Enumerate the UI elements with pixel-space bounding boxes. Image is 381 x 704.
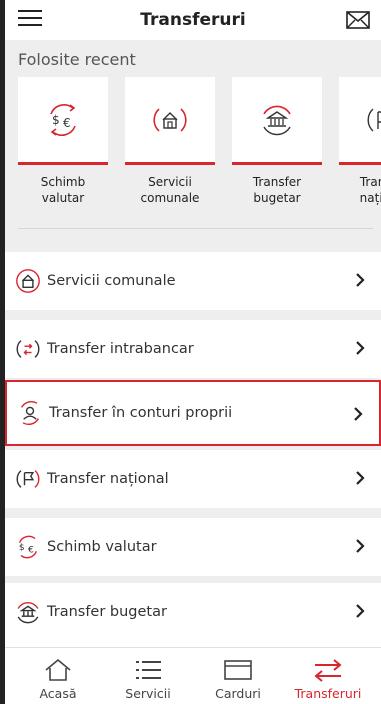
nav-tab-servicii[interactable]: Servicii: [103, 648, 193, 704]
svg-text:$: $: [52, 113, 60, 127]
list-item-label: Schimb valutar: [47, 539, 157, 555]
chevron-right-icon: [356, 341, 365, 355]
section-title: Folosite recent: [18, 50, 136, 69]
divider: [5, 310, 381, 320]
card-label: Transfer bugetar: [252, 175, 302, 205]
svg-text:$: $: [19, 543, 25, 553]
recent-card-servicii-comunale[interactable]: Servicii comunale: [125, 77, 215, 206]
transfer-arrows-icon: [16, 340, 40, 358]
list-item-label: Transfer în conturi proprii: [49, 405, 233, 421]
bank-icon: [263, 105, 291, 135]
list-item-label: Transfer național: [47, 471, 169, 487]
divider: [18, 228, 373, 229]
hamburger-icon: [18, 10, 42, 26]
divider: [5, 508, 381, 518]
recently-used-section: Folosite recent $ € Schimb valutar Servi…: [5, 40, 381, 252]
list-item-schimb-valutar[interactable]: $ € Schimb valutar: [5, 518, 381, 576]
currency-exchange-icon: $ €: [50, 103, 76, 136]
list-item-servicii-comunale[interactable]: Servicii comunale: [5, 252, 381, 310]
recent-card-schimb-valutar[interactable]: $ € Schimb valutar: [18, 77, 108, 206]
recent-card-transfer-bugetar[interactable]: Transfer bugetar: [232, 77, 322, 206]
chevron-right-icon: [356, 604, 365, 618]
svg-text:€: €: [63, 116, 71, 130]
transfer-icon: [314, 659, 342, 682]
nav-tab-label: Servicii: [125, 686, 171, 701]
card-label: Servicii comunale: [140, 175, 200, 205]
list-item-transfer-conturi-proprii[interactable]: Transfer în conturi proprii: [5, 380, 381, 446]
nav-tab-acasa[interactable]: Acasă: [13, 648, 103, 704]
flag-icon: [16, 470, 40, 488]
page-title: Transferuri: [140, 10, 246, 30]
window-edge: [0, 0, 5, 704]
chevron-right-icon: [356, 471, 365, 485]
list-item-transfer-bugetar[interactable]: Transfer bugetar: [5, 583, 381, 641]
recent-card-transfer-national[interactable]: Transfer național: [339, 77, 381, 206]
bottom-navigation: Acasă Servicii Carduri Transferuri: [5, 647, 381, 704]
house-icon: [153, 107, 187, 132]
list-item-label: Transfer intrabancar: [47, 341, 194, 357]
own-accounts-icon: [20, 401, 40, 425]
list-item-label: Servicii comunale: [47, 273, 176, 289]
currency-exchange-icon: $ €: [19, 535, 38, 559]
messages-button[interactable]: [345, 8, 371, 32]
card-label: Schimb valutar: [40, 175, 86, 205]
nav-tab-label: Acasă: [39, 686, 77, 701]
list-item-label: Transfer bugetar: [47, 604, 167, 620]
flag-icon: [367, 107, 381, 132]
card-icon: [224, 660, 252, 680]
card-label: Transfer național: [359, 175, 381, 205]
list-item-transfer-national[interactable]: Transfer național: [5, 450, 381, 508]
svg-text:€: €: [28, 546, 34, 556]
nav-tab-carduri[interactable]: Carduri: [193, 648, 283, 704]
nav-tab-label: Transferuri: [294, 686, 362, 701]
list-item-transfer-intrabancar[interactable]: Transfer intrabancar: [5, 320, 381, 378]
menu-button[interactable]: [17, 6, 43, 30]
chevron-right-icon: [354, 407, 363, 421]
envelope-icon: [346, 11, 370, 29]
house-icon: [16, 269, 40, 293]
chevron-right-icon: [356, 539, 365, 553]
bank-icon: [17, 602, 39, 624]
app-header: Transferuri: [5, 0, 381, 40]
chevron-right-icon: [356, 273, 365, 287]
nav-tab-label: Carduri: [215, 686, 261, 701]
recent-cards-carousel[interactable]: $ € Schimb valutar Servicii comunale Tra…: [18, 77, 381, 217]
list-icon: [136, 661, 161, 679]
home-icon: [45, 658, 71, 681]
nav-tab-transferuri[interactable]: Transferuri: [283, 648, 373, 704]
